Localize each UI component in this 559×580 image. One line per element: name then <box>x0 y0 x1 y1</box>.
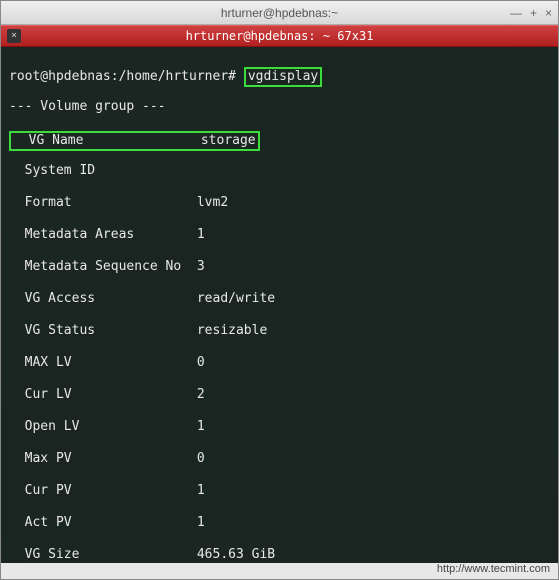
field-row: Max PV 0 <box>9 451 550 467</box>
field-row: System ID <box>9 163 550 179</box>
cmd-vgdisplay: vgdisplay <box>244 67 322 87</box>
maximize-button[interactable]: + <box>530 6 537 20</box>
vg-group-header: --- Volume group --- <box>9 99 550 115</box>
minimize-button[interactable]: — <box>510 6 522 20</box>
field-row: VG Status resizable <box>9 323 550 339</box>
outer-title-text: hrturner@hpdebnas:~ <box>221 6 338 20</box>
field-row: Open LV 1 <box>9 419 550 435</box>
watermark-text: http://www.tecmint.com <box>437 563 550 575</box>
close-button[interactable]: × <box>545 6 552 20</box>
field-row: VG Size 465.63 GiB <box>9 547 550 563</box>
field-row: Cur LV 2 <box>9 387 550 403</box>
window-controls: — + × <box>510 6 552 20</box>
outer-window-titlebar: hrturner@hpdebnas:~ — + × <box>1 1 558 25</box>
field-row: VG Access read/write <box>9 291 550 307</box>
field-row: Act PV 1 <box>9 515 550 531</box>
field-row: Metadata Sequence No 3 <box>9 259 550 275</box>
vg-name-row: VG Name storage <box>9 131 260 151</box>
terminal-titlebar: × hrturner@hpdebnas: ~ 67x31 <box>1 25 558 47</box>
terminal-body[interactable]: root@hpdebnas:/home/hrturner# vgdisplay … <box>1 47 558 563</box>
field-row: MAX LV 0 <box>9 355 550 371</box>
field-row: Metadata Areas 1 <box>9 227 550 243</box>
field-row: Cur PV 1 <box>9 483 550 499</box>
prompt-1: root@hpdebnas:/home/hrturner# <box>9 69 236 84</box>
terminal-close-icon[interactable]: × <box>7 29 21 43</box>
field-row: Format lvm2 <box>9 195 550 211</box>
terminal-title-text: hrturner@hpdebnas: ~ 67x31 <box>186 29 374 43</box>
